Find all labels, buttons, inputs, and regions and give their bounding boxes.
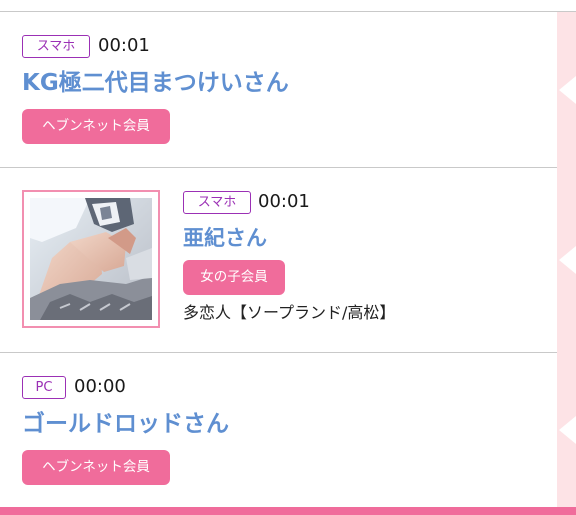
user-name-link[interactable]: KG極二代目まつけいさん: [22, 68, 289, 98]
member-badge: ヘブンネット会員: [22, 450, 170, 485]
profile-photo-image: [30, 198, 152, 320]
member-badge: 女の子会員: [183, 260, 285, 295]
top-divider: [0, 0, 576, 12]
bottom-accent-bar: [0, 507, 576, 515]
user-name-link[interactable]: 亜紀さん: [183, 223, 267, 253]
timestamp: 00:00: [74, 376, 126, 397]
timestamp: 00:01: [98, 35, 150, 56]
member-badge: ヘブンネット会員: [22, 109, 170, 144]
timestamp: 00:01: [258, 191, 310, 212]
user-name-link[interactable]: ゴールドロッドさん: [22, 409, 229, 439]
profile-thumbnail[interactable]: [22, 190, 160, 328]
device-badge: PC: [22, 376, 66, 399]
row-2-arrow-icon[interactable]: [559, 246, 576, 274]
row-3-arrow-icon[interactable]: [559, 416, 576, 444]
device-badge: スマホ: [183, 191, 251, 214]
device-badge: スマホ: [22, 35, 90, 58]
shop-label: 多恋人【ソープランド/高松】: [183, 303, 396, 322]
row-1-arrow-icon[interactable]: [559, 76, 576, 104]
